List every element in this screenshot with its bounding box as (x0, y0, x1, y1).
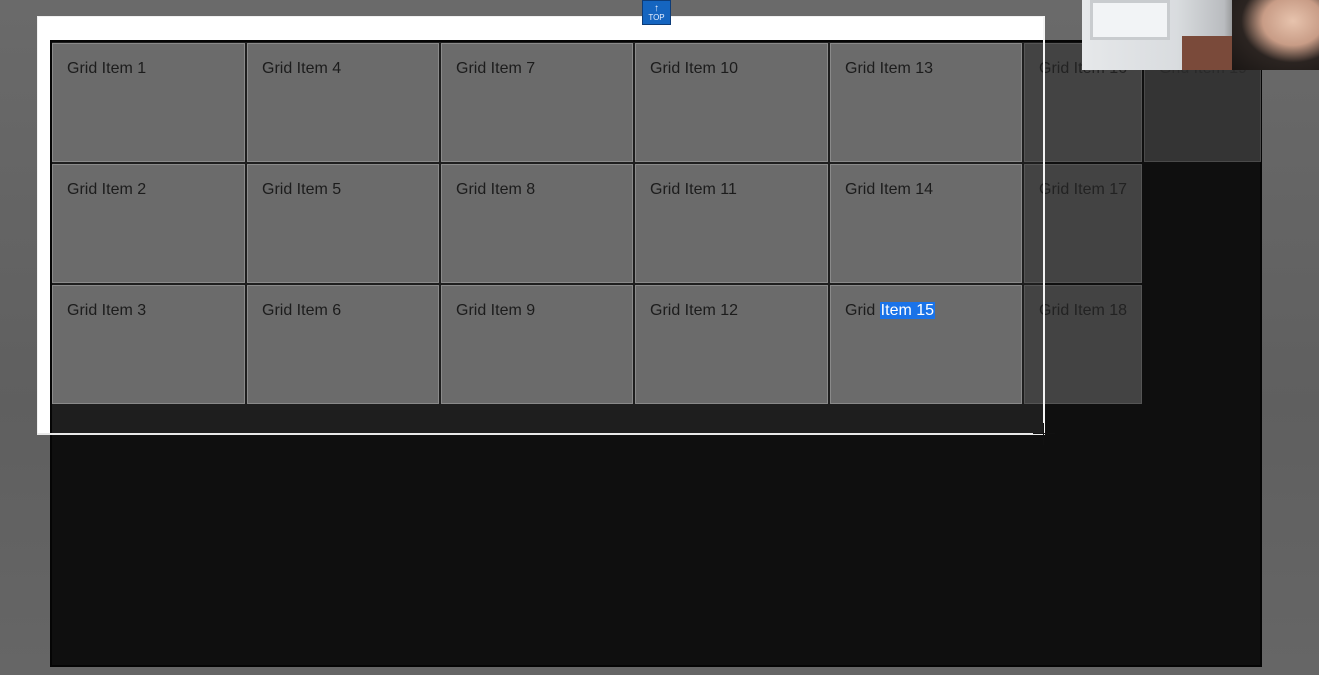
grid-item-label: Grid Item 3 (67, 302, 147, 319)
arrow-up-icon: ↑ (654, 3, 659, 14)
grid-item: Grid Item 18 (1024, 285, 1142, 404)
grid-item: Grid Item 6 (247, 285, 439, 404)
grid-item: Grid Item 10 (635, 43, 828, 162)
grid-item-label: Grid Item 14 (845, 181, 934, 198)
grid-item: Grid Item 13 (830, 43, 1022, 162)
grid-item-label: Grid Item 11 (650, 181, 737, 198)
crosshair-cursor-icon (1043, 423, 1044, 445)
grid-item: Grid Item 8 (441, 164, 633, 283)
grid-item-label: Grid Item 13 (845, 60, 934, 77)
selection-right-edge[interactable] (1043, 16, 1045, 435)
top-handle-label: TOP (648, 13, 665, 22)
webcam-person (1232, 0, 1319, 70)
grid-item: Grid Item 1 (52, 43, 245, 162)
grid-item-label: Grid Item 17 (1039, 181, 1128, 198)
selected-text[interactable]: Item 15 (879, 302, 936, 319)
grid-item-label: Grid Item 8 (456, 181, 536, 198)
grid-item-label: Grid Item 9 (456, 302, 536, 319)
webcam-window (1090, 0, 1170, 40)
grid-item-label: Grid Item 5 (262, 181, 342, 198)
grid-item: Grid Item 7 (441, 43, 633, 162)
grid-item: Grid Item 2 (52, 164, 245, 283)
grid-item-label: Grid Item 18 (1039, 302, 1128, 319)
grid-item-label-prefix: Grid (845, 302, 880, 319)
grid-item: Grid Item 14 (830, 164, 1022, 283)
grid-item-label: Grid Item 1 (67, 60, 147, 77)
top-handle-button[interactable]: ↑ TOP (642, 0, 671, 25)
grid-item-label: Grid Item 7 (456, 60, 536, 77)
crosshair-cursor-icon (1033, 433, 1055, 434)
grid-item: Grid Item 17 (1024, 164, 1142, 283)
grid-item-label: Grid Item 4 (262, 60, 342, 77)
grid-item-label: Grid Item 10 (650, 60, 739, 77)
grid-item-label: Grid Item 12 (650, 302, 739, 319)
grid-item: Grid Item 5 (247, 164, 439, 283)
webcam-overlay (1082, 0, 1319, 70)
grid-item-label: Grid Item 6 (262, 302, 342, 319)
grid-item: Grid Item 3 (52, 285, 245, 404)
grid-item-label: Grid Item 2 (67, 181, 147, 198)
selection-bottom-edge[interactable] (37, 433, 1045, 435)
grid-item: Grid Item 11 (635, 164, 828, 283)
grid-item: Grid Item 4 (247, 43, 439, 162)
grid-item: Grid Item 12 (635, 285, 828, 404)
grid-item: Grid Item 9 (441, 285, 633, 404)
grid-item: Grid Item 15 (830, 285, 1022, 404)
